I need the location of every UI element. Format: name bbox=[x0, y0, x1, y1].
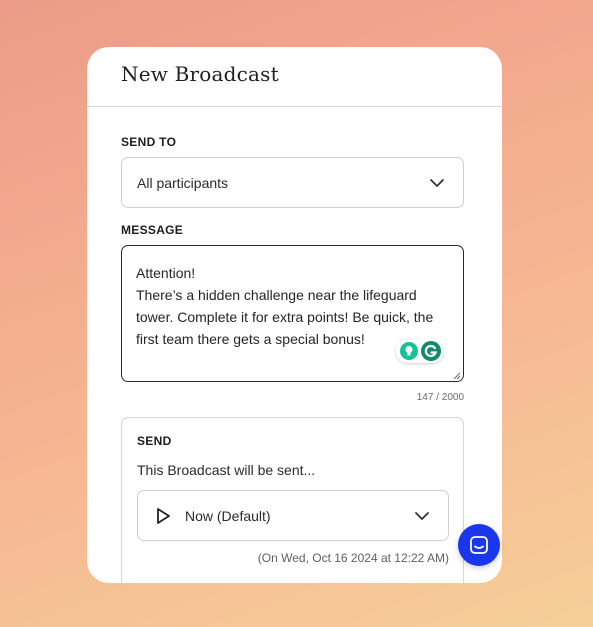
send-description: This Broadcast will be sent... bbox=[137, 462, 316, 478]
chat-launcher-button[interactable] bbox=[458, 524, 500, 566]
modal-header: New Broadcast bbox=[87, 47, 502, 107]
message-label: MESSAGE bbox=[121, 223, 184, 237]
send-timing-note: (On Wed, Oct 16 2024 at 12:22 AM) bbox=[257, 551, 449, 565]
send-to-label: SEND TO bbox=[121, 135, 177, 149]
send-card: SEND This Broadcast will be sent... Now … bbox=[121, 417, 464, 583]
modal-title: New Broadcast bbox=[121, 62, 279, 86]
chevron-down-icon bbox=[415, 512, 429, 520]
grammarly-icon[interactable] bbox=[421, 341, 441, 361]
new-broadcast-modal: New Broadcast SEND TO All participants M… bbox=[87, 47, 502, 583]
send-to-select[interactable]: All participants bbox=[121, 157, 464, 208]
play-icon bbox=[157, 508, 170, 524]
send-timing-select[interactable]: Now (Default) bbox=[137, 490, 449, 541]
send-to-selected-value: All participants bbox=[137, 175, 229, 191]
resize-handle-icon[interactable] bbox=[453, 372, 461, 380]
character-counter: 147 / 2000 bbox=[416, 392, 464, 403]
chevron-down-icon bbox=[430, 179, 444, 187]
grammarly-widget[interactable] bbox=[396, 339, 444, 363]
lightbulb-icon[interactable] bbox=[400, 342, 418, 360]
chat-icon bbox=[470, 536, 488, 554]
send-timing-selected-value: Now (Default) bbox=[185, 508, 271, 524]
send-label: SEND bbox=[137, 434, 172, 448]
